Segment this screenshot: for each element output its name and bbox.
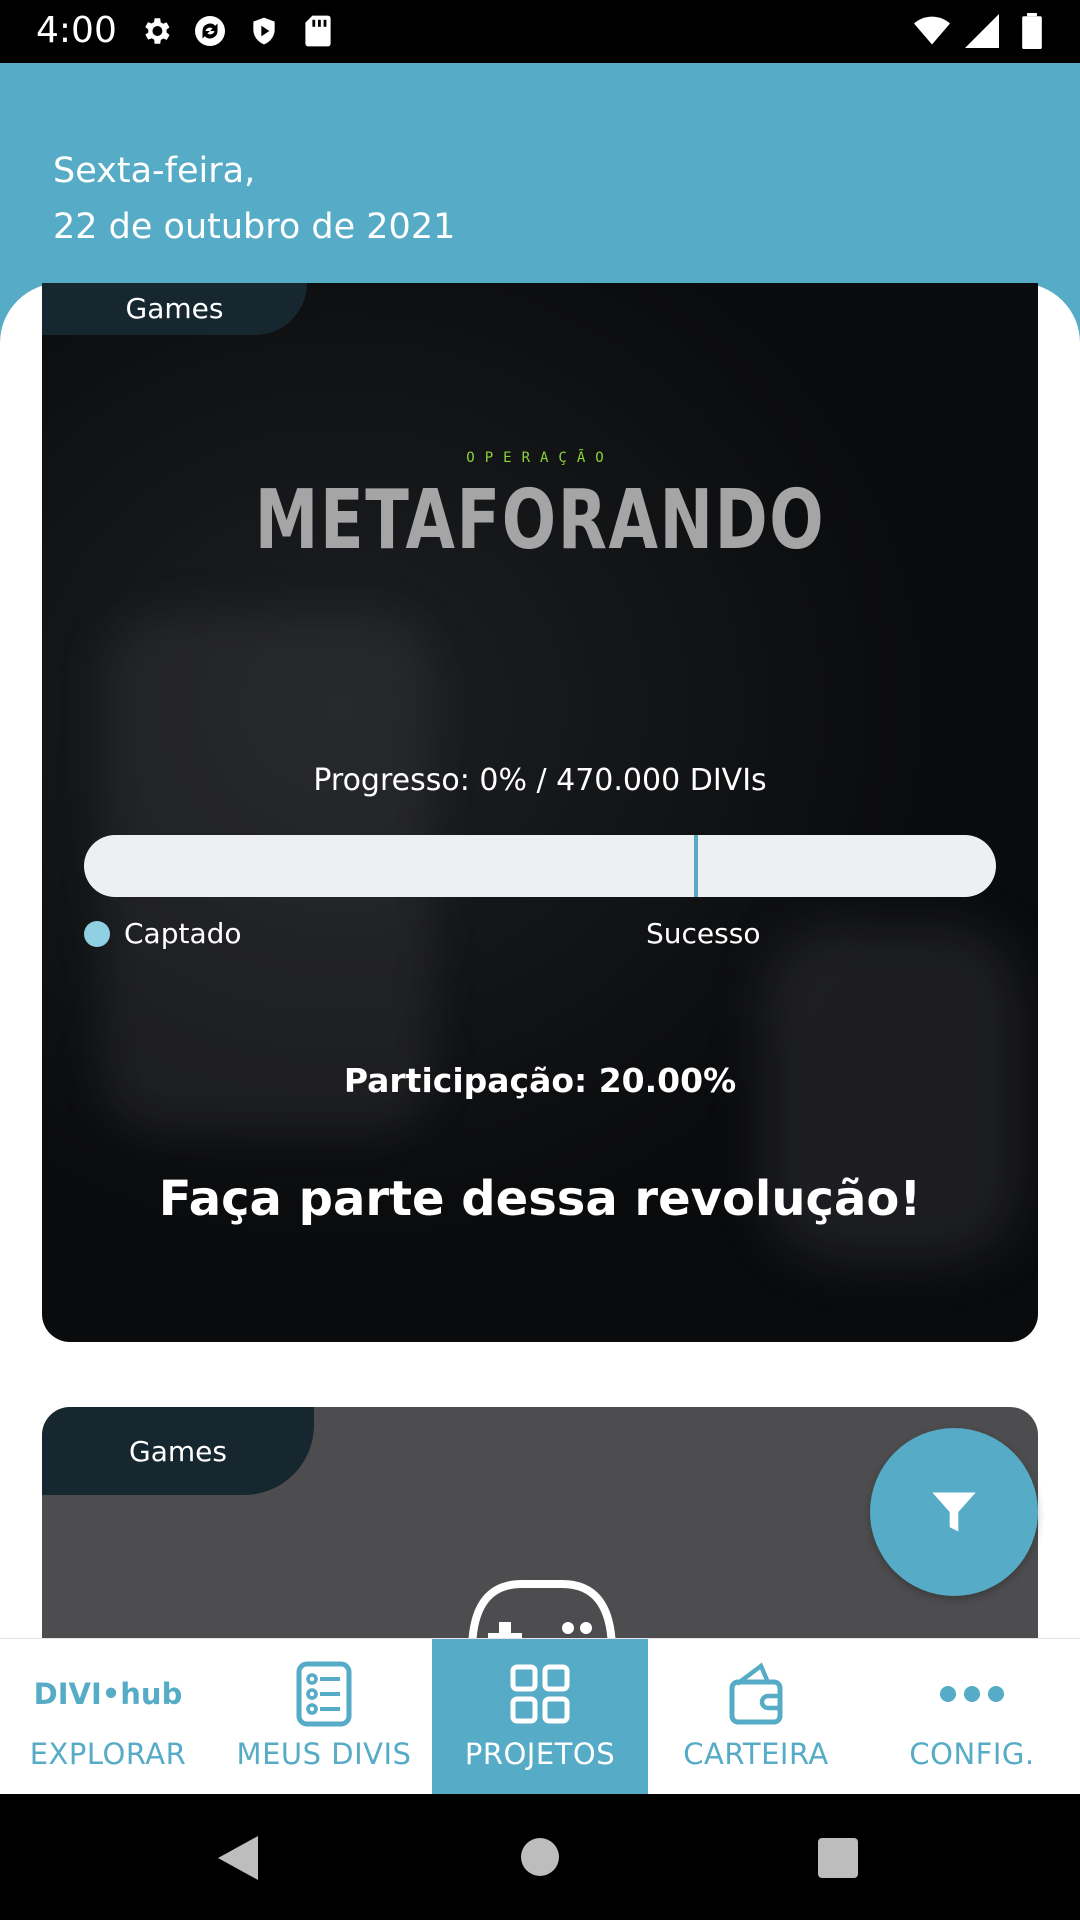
legend-success: Sucesso [646,917,761,950]
project-logo-title: METAFORANDO [254,473,826,568]
progress-text: Progresso: 0% / 470.000 DIVIs [313,763,767,798]
wallet-icon [729,1659,783,1729]
success-marker [694,835,698,897]
nav-item-meus-divis[interactable]: MEUS DIVIS [216,1639,432,1795]
header-weekday: Sexta-feira, [53,151,256,191]
nav-item-carteira[interactable]: CARTEIRA [648,1639,864,1795]
nav-item-config[interactable]: CONFIG. [864,1639,1080,1795]
shield-icon [246,12,282,50]
bottom-navigation: DIVI •hub EXPLORAR MEUS DIVIS PROJETOS C… [0,1638,1080,1795]
wifi-icon [914,12,950,50]
header-date: Sexta-feira, 22 de outubro de 2021 [53,143,455,255]
list-icon [296,1659,352,1729]
battery-icon [1014,12,1050,50]
category-tag: Games [42,1407,314,1495]
status-bar: 4:00 [0,0,1080,63]
home-icon[interactable] [521,1838,559,1876]
category-tag: Games [42,283,307,335]
divi-hub-logo: DIVI •hub [34,1659,183,1729]
nav-item-explorar[interactable]: DIVI •hub EXPLORAR [0,1639,216,1795]
header: Sexta-feira, 22 de outubro de 2021 [0,63,1080,283]
project-logo-subtitle: OPERAÇÃO [466,450,614,466]
settings-icon [138,12,174,50]
system-navigation-bar [0,1794,1080,1920]
grid-icon [510,1659,570,1729]
legend-dot [84,921,110,947]
legend-raised: Captado [124,917,242,950]
project-card[interactable]: Games OPERAÇÃO METAFORANDO Progresso: 0%… [42,283,1038,1342]
call-to-action: Faça parte dessa revolução! [158,1171,922,1227]
filter-button[interactable] [870,1428,1038,1596]
gamepad-icon [468,1580,616,1638]
sync-icon [192,12,228,50]
back-icon[interactable] [218,1836,258,1880]
nav-label: EXPLORAR [29,1737,187,1771]
nav-label: MEUS DIVIS [236,1737,412,1771]
filter-icon [932,1492,976,1532]
sd-card-icon [300,12,336,50]
progress-bar [84,835,996,897]
nav-item-projetos[interactable]: PROJETOS [432,1639,648,1795]
nav-label: CARTEIRA [683,1737,829,1771]
more-icon [939,1659,1005,1729]
nav-label: CONFIG. [909,1737,1035,1771]
nav-label: PROJETOS [464,1737,616,1771]
participation-text: Participação: 20.00% [343,1061,737,1100]
logo-line: DIVI [33,1677,102,1711]
header-full-date: 22 de outubro de 2021 [53,207,456,247]
recent-apps-icon[interactable] [818,1838,858,1878]
logo-line: •hub [101,1677,183,1711]
signal-icon [964,12,1000,50]
status-time: 4:00 [36,10,117,51]
